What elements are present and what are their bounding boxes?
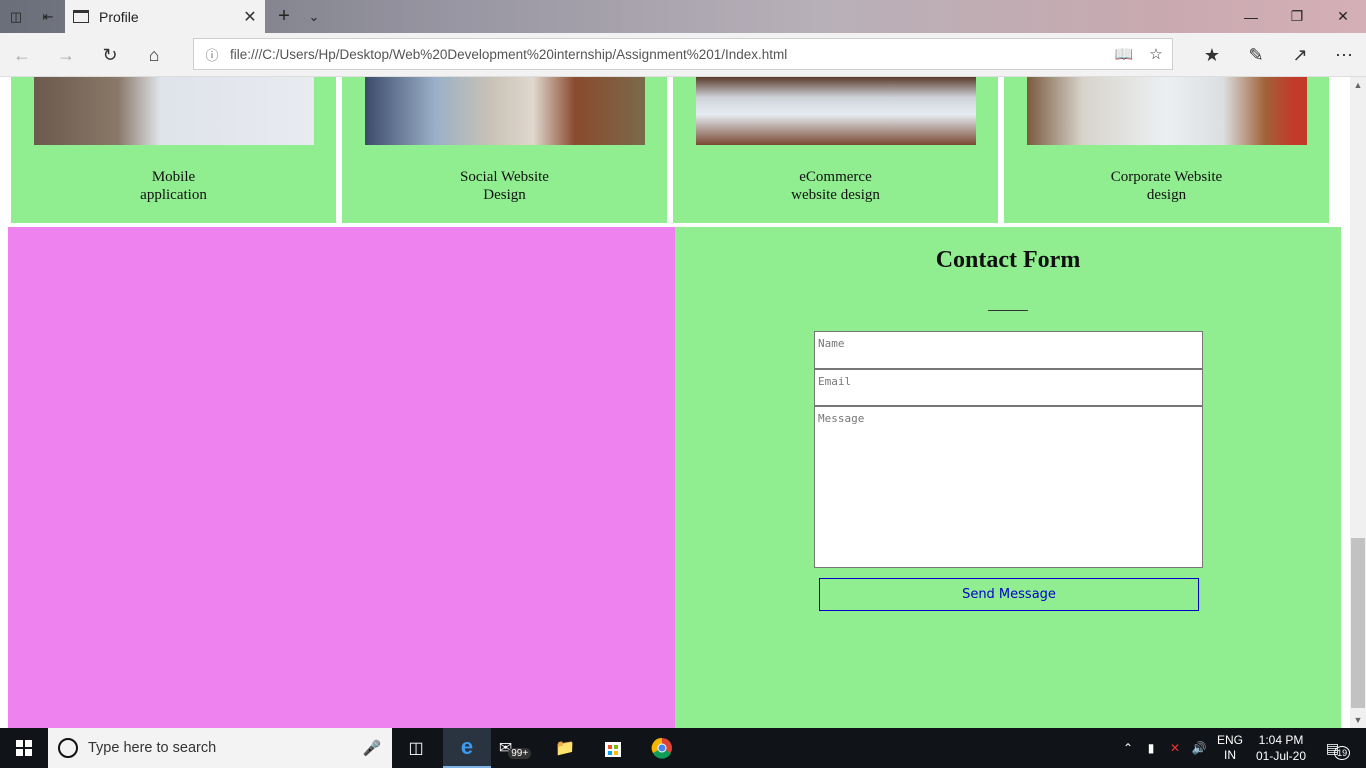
mail-badge: 99+ [508,747,532,759]
cortana-icon [58,738,78,758]
chrome-icon[interactable] [638,728,686,768]
favorites-icon[interactable]: ★ [1190,33,1234,77]
home-icon[interactable]: ⌂ [132,33,176,77]
share-icon[interactable]: ↗ [1278,33,1322,77]
service-card-corporate: Corporate Website design [1004,77,1329,223]
address-bar[interactable]: ⓘ file:///C:/Users/Hp/Desktop/Web%20Deve… [193,38,1173,70]
service-caption: Mobile application [140,169,207,203]
service-card-mobile: Mobile application [11,77,336,223]
set-aside-tabs-icon[interactable]: ⇤ [32,0,64,33]
page-content: Mobile application Social Website Design e… [0,77,1350,728]
scroll-up-icon[interactable]: ▲ [1350,77,1366,93]
page-icon [73,10,89,23]
edge-browser-icon[interactable]: e [443,728,491,768]
service-card-social: Social Website Design [342,77,667,223]
back-icon[interactable]: ← [0,33,44,77]
site-info-icon[interactable]: ⓘ [194,45,230,64]
url-text[interactable]: file:///C:/Users/Hp/Desktop/Web%20Develo… [230,47,1108,62]
message-textarea[interactable]: Message [814,406,1203,568]
taskbar-search[interactable]: Type here to search 🎤 [48,728,392,768]
restore-icon[interactable]: ❐ [1274,0,1320,33]
action-center-icon[interactable]: ▤ 19 [1318,728,1358,768]
notification-badge: 19 [1334,746,1351,760]
more-icon[interactable]: ⋯ [1322,33,1366,77]
microphone-icon[interactable]: 🎤 [352,739,392,757]
forward-icon[interactable]: → [44,33,88,77]
mail-icon[interactable]: ✉ 99+ [491,728,539,768]
task-view-icon[interactable]: ◫ [392,728,440,768]
contact-form-title: Contact Form [935,247,1081,273]
send-message-button[interactable]: Send Message [819,578,1199,611]
favorite-star-icon[interactable]: ☆ [1140,45,1172,63]
close-tab-icon[interactable]: ✕ [235,7,265,27]
tab-title: Profile [99,8,139,25]
contact-form-panel: Contact Form Name Email Message Send Mes… [675,227,1341,728]
clock-time: 1:04 PM [1258,733,1304,747]
clock-date: 01-Jul-20 [1255,749,1307,763]
scroll-down-icon[interactable]: ▼ [1350,712,1366,728]
new-tab-icon[interactable]: + [268,0,300,33]
corporate-website-image [1027,77,1307,145]
input-language[interactable]: ENG IN [1212,728,1248,768]
search-placeholder: Type here to search [88,740,217,756]
ecommerce-image [696,77,976,145]
file-explorer-icon[interactable]: 📁 [541,728,589,768]
service-card-ecommerce: eCommerce website design [673,77,998,223]
network-disconnected-icon[interactable]: ✕ [1164,728,1186,768]
browser-tab[interactable]: Profile ✕ [65,0,265,33]
service-caption: eCommerce website design [791,169,880,203]
tab-list-chevron-icon[interactable]: ⌄ [298,0,330,33]
clock[interactable]: 1:04 PM 01-Jul-20 [1248,728,1314,768]
minimize-icon[interactable]: — [1228,0,1274,33]
reading-view-icon[interactable]: 📖 [1108,45,1140,63]
tab-manager-icon[interactable]: ◫ [0,0,32,33]
mobile-app-image [34,77,314,145]
scroll-thumb[interactable] [1351,538,1365,708]
store-icon[interactable] [589,728,637,768]
close-window-icon[interactable]: ✕ [1320,0,1366,33]
name-input[interactable]: Name [814,331,1203,369]
title-underline [988,310,1028,311]
notes-pen-icon[interactable]: ✎ [1234,33,1278,77]
service-caption: Corporate Website design [1110,169,1223,203]
email-input[interactable]: Email [814,369,1203,406]
social-website-image [365,77,645,145]
windows-start-icon[interactable] [0,728,48,768]
left-panel [8,227,675,728]
volume-icon[interactable]: 🔊 [1188,728,1210,768]
battery-icon[interactable]: ▮ [1140,728,1162,768]
service-caption: Social Website Design [460,169,549,203]
show-hidden-icons-chevron[interactable]: ⌃ [1118,728,1138,768]
refresh-icon[interactable]: ↻ [88,33,132,77]
